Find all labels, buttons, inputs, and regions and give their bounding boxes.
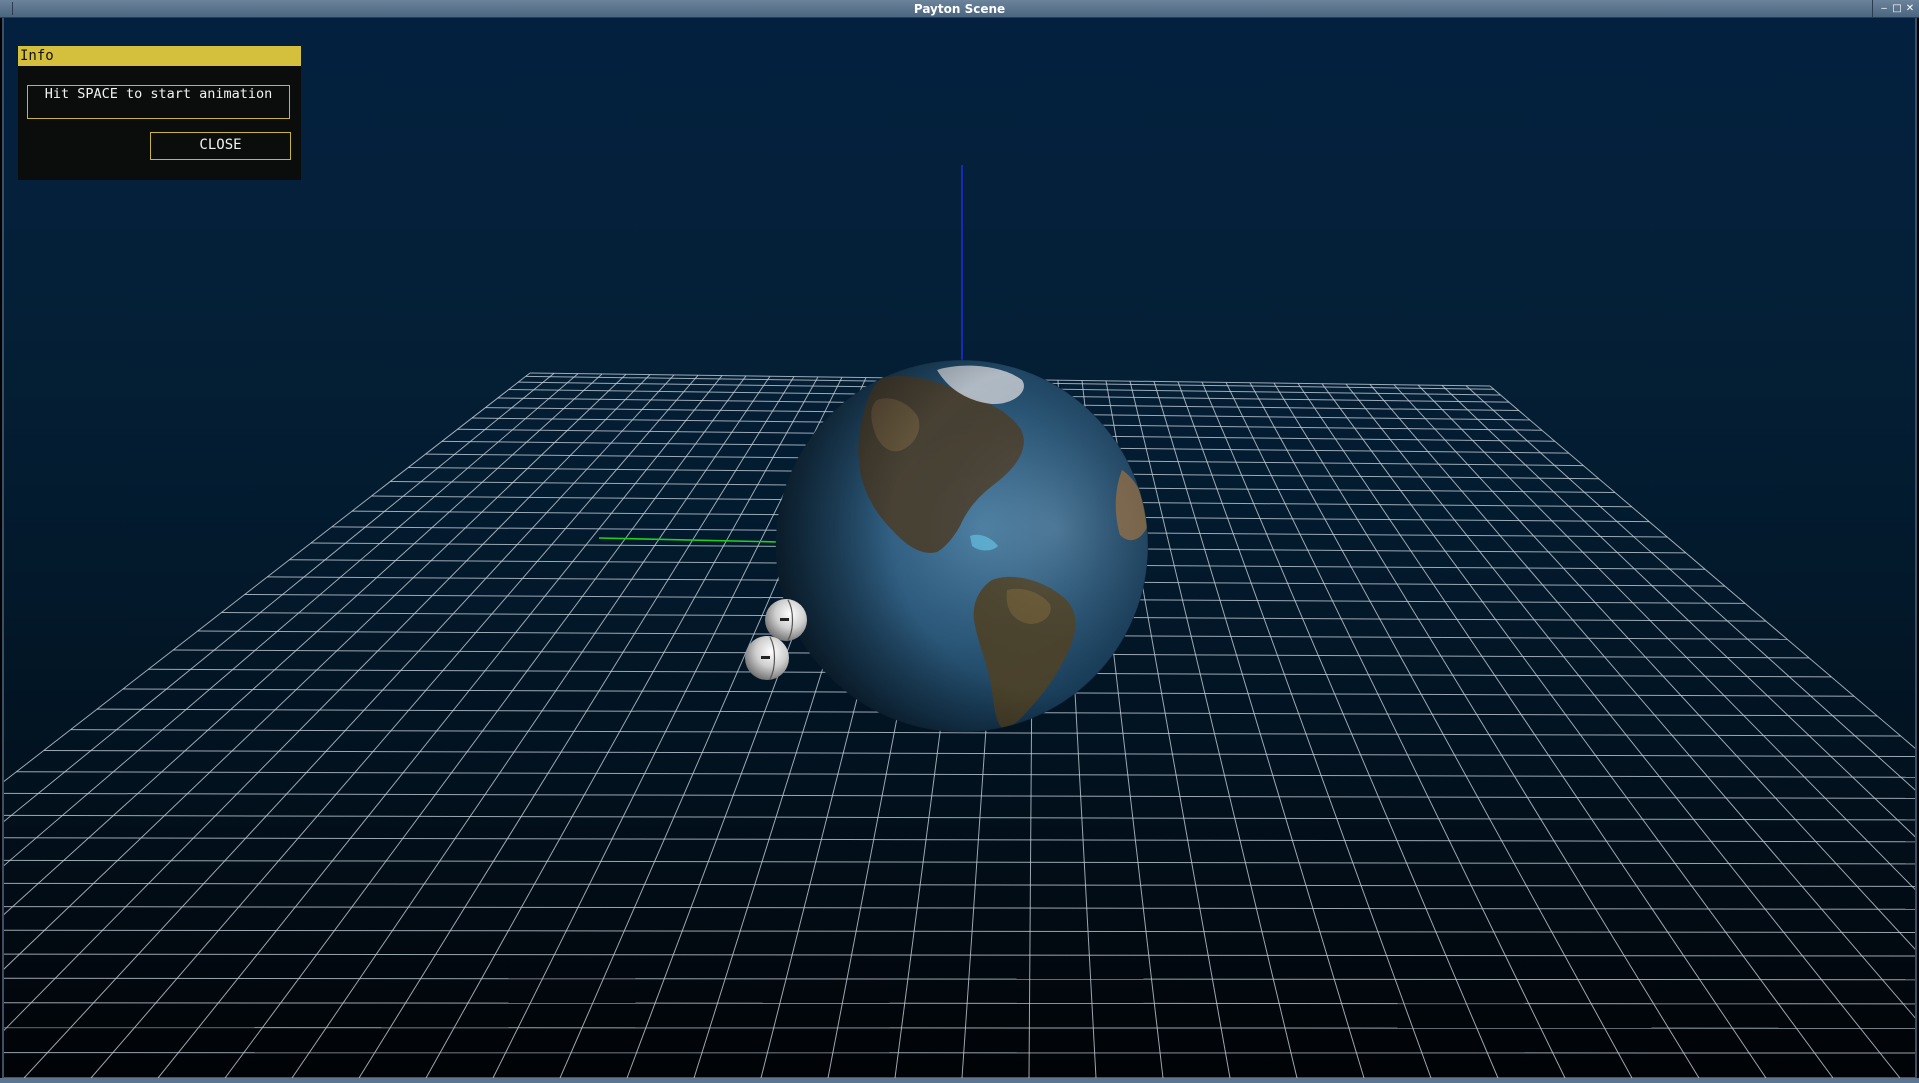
window-controls: ‒ □ ✕: [1872, 0, 1915, 18]
grid-line: [1369, 384, 1915, 1019]
maximize-button[interactable]: □: [1892, 3, 1902, 15]
grid-line: [1201, 381, 1499, 1078]
minimize-button[interactable]: ‒: [1879, 3, 1889, 15]
grid-line: [1441, 384, 1915, 838]
grid-line: [4, 977, 1915, 981]
grid-line: [4, 953, 1915, 957]
close-window-button[interactable]: ✕: [1905, 3, 1915, 15]
grid-line: [1273, 382, 1700, 1078]
y-axis-line: [598, 537, 781, 543]
grid-line: [1225, 382, 1566, 1078]
info-message-text: Hit SPACE to start animation: [44, 86, 273, 102]
grid-line: [1297, 383, 1767, 1078]
scene-viewport[interactable]: Info Hit SPACE to start animation CLOSE: [2, 18, 1917, 1078]
grid-line: [157, 375, 723, 1078]
grid-line: [4, 373, 627, 970]
info-panel: Info Hit SPACE to start animation CLOSE: [18, 46, 301, 180]
grid-line: [1153, 381, 1365, 1078]
window-titlebar[interactable]: Payton Scene ‒ □ ✕: [0, 0, 1919, 18]
close-button[interactable]: CLOSE: [150, 132, 291, 160]
grid-line: [4, 929, 1915, 933]
grid-line: [4, 372, 531, 783]
small-sphere: [745, 636, 789, 680]
grid-line: [1465, 385, 1915, 791]
grid-line: [4, 837, 1915, 843]
grid-line: [1345, 383, 1901, 1078]
grid-line: [43, 749, 1915, 758]
grid-line: [4, 859, 1915, 865]
grid-line: [4, 792, 1915, 799]
small-sphere: [765, 599, 807, 641]
window-title: Payton Scene: [913, 2, 1006, 16]
grid-line: [1489, 385, 1915, 749]
grid-line: [1129, 381, 1298, 1078]
window-bottom-border[interactable]: [0, 1078, 1919, 1083]
grid-line: [16, 771, 1915, 778]
info-message: Hit SPACE to start animation: [27, 85, 290, 119]
earth-globe: [775, 359, 1149, 733]
grid-line: [291, 375, 771, 1078]
grid-line: [4, 882, 1915, 887]
grid-line: [4, 374, 651, 1032]
grid-line: [4, 372, 555, 823]
grid-line: [4, 1002, 1915, 1005]
grid-line: [4, 1027, 1915, 1029]
grid-line: [1417, 384, 1915, 890]
grid-line: [1321, 383, 1834, 1078]
grid-line: [1393, 384, 1915, 950]
payton-window: Payton Scene ‒ □ ✕ Info Hit SPACE to sta…: [0, 0, 1919, 1083]
info-panel-title: Info: [20, 48, 54, 64]
grid-line: [1177, 381, 1432, 1078]
grid-line: [4, 906, 1915, 910]
info-panel-header[interactable]: Info: [18, 46, 301, 66]
grid-line: [4, 373, 579, 867]
grid-line: [90, 374, 699, 1078]
grid-line: [4, 814, 1915, 821]
grid-line: [1249, 382, 1633, 1078]
